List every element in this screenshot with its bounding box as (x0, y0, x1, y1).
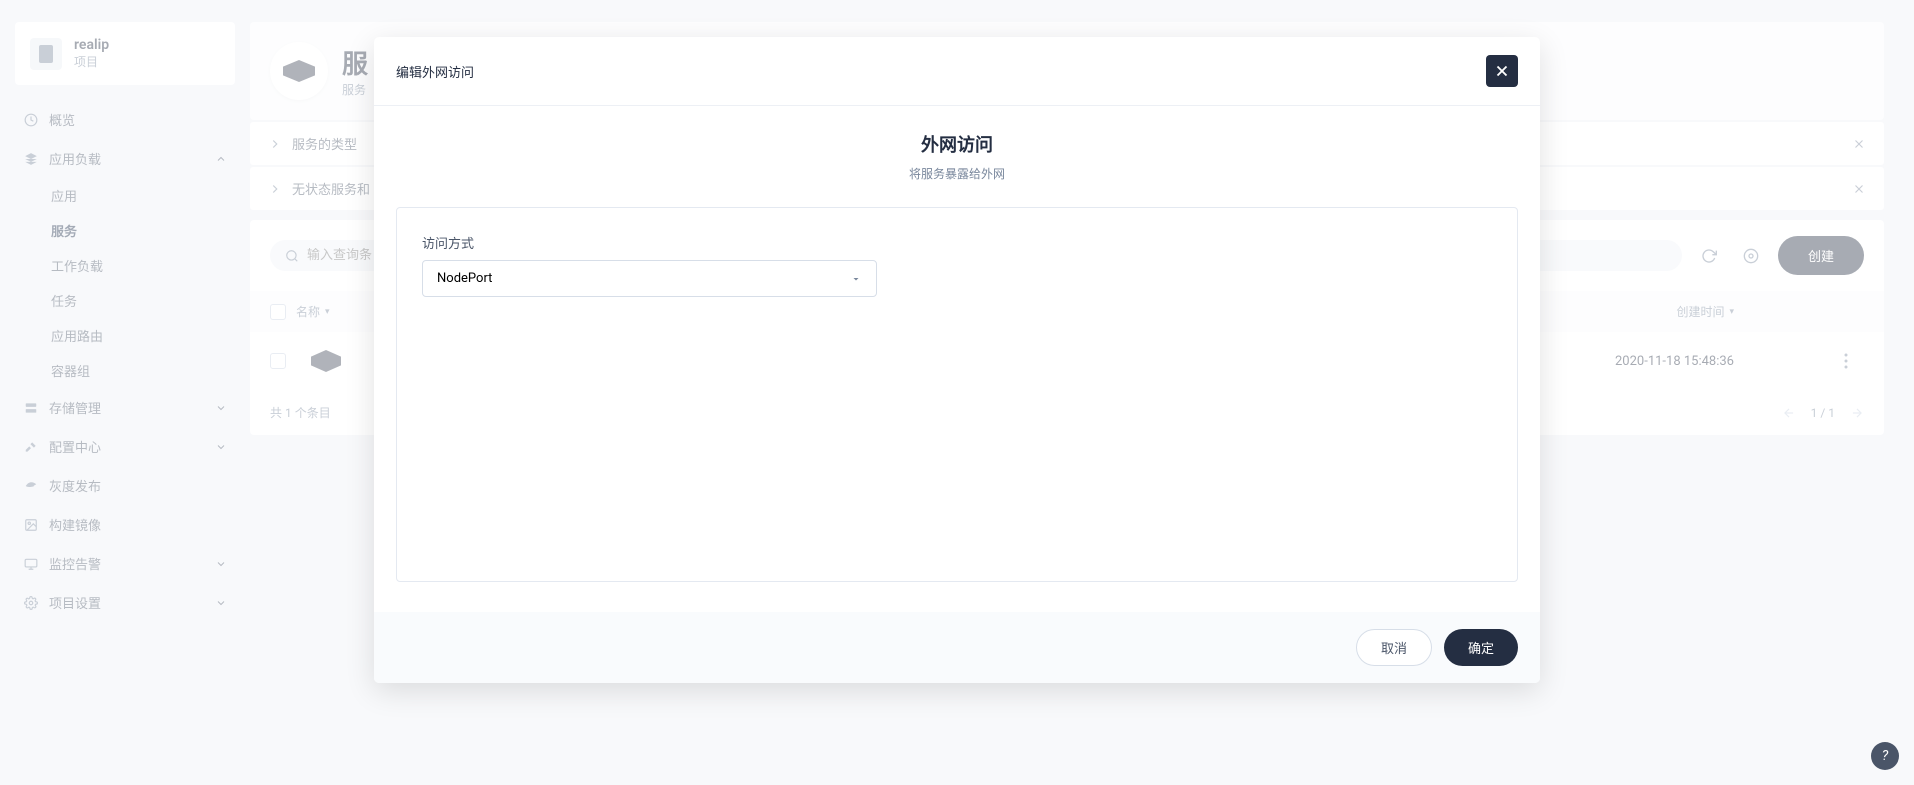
select-value: NodePort (437, 271, 492, 286)
cancel-button[interactable]: 取消 (1356, 629, 1432, 666)
caret-down-icon (850, 273, 862, 285)
modal-heading: 外网访问 (396, 131, 1518, 157)
confirm-button[interactable]: 确定 (1444, 629, 1518, 666)
access-type-select[interactable]: NodePort (422, 260, 877, 297)
modal-footer: 取消 确定 (374, 612, 1540, 683)
close-icon (1493, 62, 1511, 80)
modal-close-button[interactable] (1486, 55, 1518, 87)
edit-external-access-modal: 编辑外网访问 外网访问 将服务暴露给外网 访问方式 NodePort 取消 确定 (374, 37, 1540, 683)
access-type-label: 访问方式 (422, 233, 1492, 252)
help-button[interactable]: ? (1871, 742, 1899, 770)
form-panel: 访问方式 NodePort (396, 207, 1518, 582)
modal-subtitle: 将服务暴露给外网 (396, 165, 1518, 182)
modal-title: 编辑外网访问 (396, 62, 474, 81)
modal-body: 外网访问 将服务暴露给外网 访问方式 NodePort (374, 106, 1540, 612)
modal-header: 编辑外网访问 (374, 37, 1540, 106)
